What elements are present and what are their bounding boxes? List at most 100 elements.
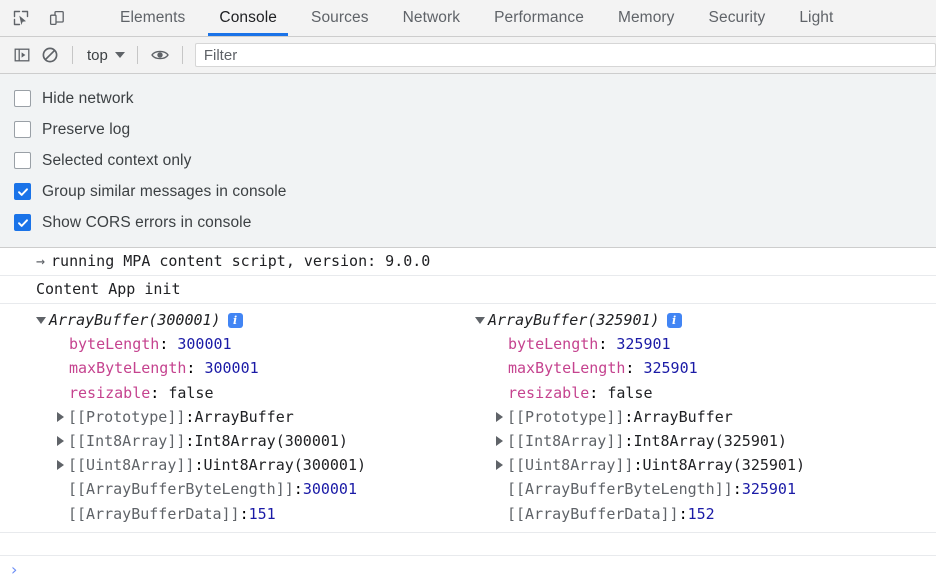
checkbox-preserve-log[interactable] <box>14 121 31 138</box>
inspect-cursor-icon[interactable] <box>8 5 34 31</box>
disclosure-triangle-right-icon[interactable] <box>496 411 503 422</box>
slot-value: Int8Array(300001) <box>194 432 348 451</box>
disclosure-triangle-right-icon[interactable] <box>496 460 503 471</box>
tab-label: Performance <box>494 9 584 26</box>
devtools-tabbar: Elements Console Sources Network Perform… <box>0 0 936 37</box>
setting-label: Hide network <box>42 89 134 107</box>
property-colon: : <box>186 359 205 378</box>
slot-name: [[Uint8Array]] <box>507 456 634 475</box>
object-header[interactable]: ArrayBuffer(300001) i <box>36 308 468 332</box>
console-sidebar-toggle-icon[interactable] <box>8 42 36 68</box>
disclosure-triangle-down-icon[interactable] <box>36 316 46 324</box>
setting-group-similar-messages[interactable]: Group similar messages in console <box>14 176 936 207</box>
property-value: false <box>168 383 214 402</box>
property-colon: : <box>625 359 644 378</box>
property-value: 300001 <box>177 335 232 354</box>
object-internal-slot[interactable]: [[Prototype]]: ArrayBuffer <box>36 405 468 429</box>
checkbox-group-similar-messages[interactable] <box>14 183 31 200</box>
panel-tabs: Elements Console Sources Network Perform… <box>97 0 850 36</box>
tab-lighthouse[interactable]: Light <box>782 0 850 36</box>
property-name: maxByteLength <box>69 359 187 378</box>
device-toolbar-icon[interactable] <box>44 5 70 31</box>
tabbar-tool-icons <box>0 0 97 36</box>
object-property: byteLength: 300001 <box>36 332 468 356</box>
property-colon: : <box>589 383 608 402</box>
tab-memory[interactable]: Memory <box>601 0 692 36</box>
object-internal-slot[interactable]: [[Prototype]]: ArrayBuffer <box>475 405 936 429</box>
prompt-chevron-icon: › <box>11 560 18 579</box>
object-header[interactable]: ArrayBuffer(325901) i <box>475 308 936 332</box>
execution-context-value: top <box>87 46 108 64</box>
setting-show-cors-errors[interactable]: Show CORS errors in console <box>14 207 936 238</box>
object-property: maxByteLength: 325901 <box>475 356 936 380</box>
property-colon: : <box>150 383 169 402</box>
execution-context-dropdown[interactable]: top <box>81 45 129 66</box>
object-property: maxByteLength: 300001 <box>36 356 468 380</box>
tab-label: Sources <box>311 9 369 26</box>
slot-name: [[ArrayBufferData]] <box>507 504 679 523</box>
property-colon: : <box>598 335 617 354</box>
tab-network[interactable]: Network <box>386 0 478 36</box>
tab-performance[interactable]: Performance <box>477 0 601 36</box>
slot-colon: : <box>185 407 195 426</box>
setting-hide-network[interactable]: Hide network <box>14 83 936 114</box>
object-internal-slot: [[ArrayBufferByteLength]]: 325901 <box>475 477 936 501</box>
console-output: → running MPA content script, version: 9.… <box>0 248 936 555</box>
console-toolbar: top <box>0 37 936 74</box>
info-icon[interactable]: i <box>227 312 243 328</box>
tab-elements[interactable]: Elements <box>103 0 202 36</box>
tab-sources[interactable]: Sources <box>294 0 386 36</box>
property-name: resizable <box>69 383 151 402</box>
slot-value: Uint8Array(300001) <box>203 456 367 475</box>
checkbox-selected-context-only[interactable] <box>14 152 31 169</box>
slot-colon: : <box>633 456 643 475</box>
property-value: 300001 <box>204 359 259 378</box>
slot-colon: : <box>624 407 634 426</box>
object-title: ArrayBuffer(325901) <box>488 311 660 329</box>
slot-name: [[ArrayBufferByteLength]] <box>507 480 733 499</box>
slot-value: 325901 <box>741 480 796 499</box>
disclosure-triangle-right-icon[interactable] <box>57 411 64 422</box>
setting-preserve-log[interactable]: Preserve log <box>14 114 936 145</box>
slot-colon: : <box>624 432 634 451</box>
checkbox-show-cors-errors[interactable] <box>14 214 31 231</box>
disclosure-triangle-down-icon[interactable] <box>475 316 485 324</box>
object-internal-slot[interactable]: [[Int8Array]]: Int8Array(300001) <box>36 429 468 453</box>
setting-label: Preserve log <box>42 120 131 138</box>
setting-label: Show CORS errors in console <box>42 213 252 231</box>
checkbox-hide-network[interactable] <box>14 90 31 107</box>
filter-input[interactable] <box>194 43 936 67</box>
disclosure-triangle-right-icon[interactable] <box>57 436 64 447</box>
chevron-down-icon <box>114 52 125 58</box>
tab-label: Memory <box>617 9 675 26</box>
tab-security[interactable]: Security <box>692 0 783 36</box>
filter-container <box>194 43 936 67</box>
setting-selected-context-only[interactable]: Selected context only <box>14 145 936 176</box>
property-value: 325901 <box>643 359 698 378</box>
console-message[interactable]: → running MPA content script, version: 9.… <box>0 248 936 276</box>
slot-value: Uint8Array(325901) <box>642 456 806 475</box>
object-internal-slot[interactable]: [[Uint8Array]]: Uint8Array(300001) <box>36 453 468 477</box>
object-internal-slot[interactable]: [[Int8Array]]: Int8Array(325901) <box>475 429 936 453</box>
console-settings-panel: Hide network Preserve log Selected conte… <box>0 74 936 248</box>
object-title: ArrayBuffer(300001) <box>49 311 221 329</box>
live-expression-eye-icon[interactable] <box>146 42 174 68</box>
tab-console[interactable]: Console <box>202 0 294 36</box>
console-message[interactable]: Content App init <box>0 276 936 304</box>
tab-label: Elements <box>120 9 186 26</box>
object-property: byteLength: 325901 <box>475 332 936 356</box>
object-internal-slot[interactable]: [[Uint8Array]]: Uint8Array(325901) <box>475 453 936 477</box>
slot-colon: : <box>293 480 303 499</box>
tab-label: Security <box>708 9 766 26</box>
toolbar-divider-2 <box>136 46 138 64</box>
disclosure-triangle-right-icon[interactable] <box>57 460 64 471</box>
info-icon[interactable]: i <box>666 312 682 328</box>
object-internal-slot: [[ArrayBufferByteLength]]: 300001 <box>36 477 468 501</box>
clear-console-icon[interactable] <box>36 42 64 68</box>
slot-name: [[ArrayBufferByteLength]] <box>68 480 294 499</box>
disclosure-triangle-right-icon[interactable] <box>496 436 503 447</box>
slot-value: 151 <box>248 504 276 523</box>
slot-name: [[Prototype]] <box>68 407 186 426</box>
tab-label: Network <box>402 9 461 26</box>
console-prompt[interactable]: › <box>0 555 936 584</box>
